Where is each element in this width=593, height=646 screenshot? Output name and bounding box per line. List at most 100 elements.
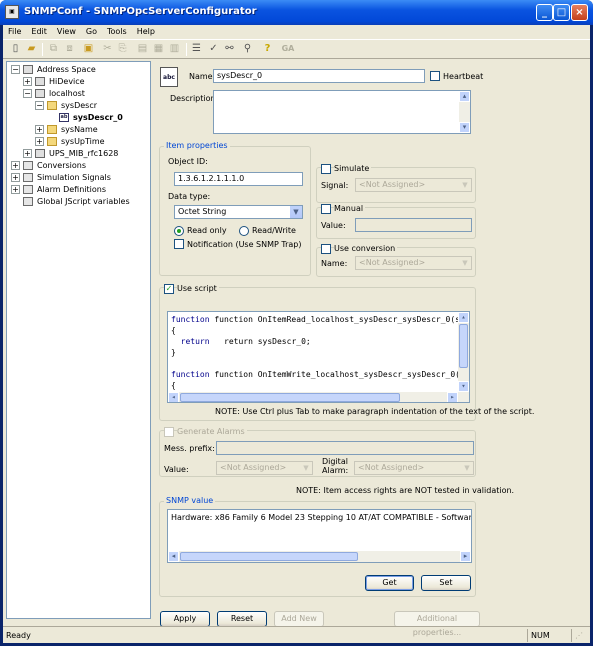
menu-help[interactable]: Help — [132, 25, 160, 36]
scroll-thumb[interactable] — [180, 393, 400, 402]
collapse-icon[interactable]: − — [35, 101, 44, 110]
new-file-icon[interactable]: ▯ — [8, 42, 23, 56]
chevron-down-icon[interactable]: ▼ — [458, 257, 471, 269]
copy-icon[interactable]: ⎘ — [115, 42, 130, 56]
expand-icon[interactable]: + — [35, 125, 44, 134]
use-conversion-checkbox[interactable] — [321, 244, 331, 254]
read-write-radio[interactable] — [239, 226, 249, 236]
close-button[interactable]: × — [571, 4, 588, 21]
alarm-value-dropdown[interactable]: <Not Assigned> ▼ — [216, 461, 313, 475]
chevron-down-icon[interactable]: ▼ — [299, 462, 312, 474]
open-folder-icon[interactable]: ▰ — [24, 42, 39, 56]
minimize-button[interactable]: _ — [536, 4, 553, 21]
expand-icon[interactable]: + — [11, 185, 20, 194]
scroll-thumb[interactable] — [180, 552, 358, 561]
paste-icon[interactable]: ▤ — [135, 42, 150, 56]
chevron-down-icon[interactable]: ▼ — [460, 462, 473, 474]
menu-view[interactable]: View — [52, 25, 81, 36]
use-conversion-label: Use conversion — [334, 244, 398, 253]
generate-alarms-group: Generate Alarms Mess. prefix: Value: <No… — [159, 427, 476, 477]
scroll-thumb[interactable] — [459, 324, 468, 368]
ga-icon[interactable]: GA — [279, 42, 297, 56]
menu-tools[interactable]: Tools — [102, 25, 132, 36]
tree-item-label: UPS_MIB_rfc1628 — [49, 149, 119, 158]
conversion-name-dropdown[interactable]: <Not Assigned> ▼ — [355, 256, 472, 270]
title-bar[interactable]: ▣ SNMPConf - SNMPOpcServerConfigurator _… — [0, 0, 593, 25]
grid-icon[interactable]: ▦ — [151, 42, 166, 56]
heartbeat-checkbox[interactable] — [430, 71, 440, 81]
maximize-button[interactable]: □ — [553, 4, 570, 21]
menu-edit[interactable]: Edit — [26, 25, 52, 36]
new-group-icon[interactable]: ⧈ — [62, 42, 77, 56]
new-item-icon[interactable]: ⧉ — [46, 42, 61, 56]
digital-alarm-dropdown[interactable]: <Not Assigned> ▼ — [354, 461, 474, 475]
additional-properties-button[interactable]: Additional properties... — [394, 611, 480, 637]
collapse-icon[interactable]: − — [23, 89, 32, 98]
digital-alarm-label-line2: Alarm: — [322, 466, 349, 475]
notification-checkbox[interactable] — [174, 239, 184, 249]
cut-icon[interactable]: ✂ — [100, 42, 115, 56]
menu-go[interactable]: Go — [81, 25, 102, 36]
address-space-icon — [23, 65, 33, 74]
alarm-value-label: Value: — [164, 465, 189, 474]
scroll-up-icon[interactable]: ▴ — [458, 312, 469, 323]
item-properties-panel: abc Name: sysDescr_0 Heartbeat Descripti… — [154, 61, 534, 637]
expand-icon[interactable]: + — [11, 173, 20, 182]
use-script-label: Use script — [177, 284, 219, 293]
address-space-tree[interactable]: − Address Space + HiDevice − localhost −… — [6, 61, 151, 619]
data-type-dropdown[interactable]: Octet String ▼ — [174, 205, 303, 219]
table-icon[interactable]: ▥ — [167, 42, 182, 56]
script-vertical-scrollbar[interactable]: ▴ ▾ — [458, 312, 469, 392]
up-folder-icon[interactable]: ▣ — [81, 42, 96, 56]
folder-icon — [47, 125, 57, 134]
name-label: Name: — [189, 72, 216, 81]
help-icon[interactable]: ? — [260, 42, 275, 56]
scroll-right-icon[interactable]: ▸ — [460, 551, 471, 562]
resize-grip-icon[interactable]: ⋰ — [571, 629, 589, 642]
code-line: { — [171, 381, 176, 390]
list-icon[interactable]: ☰ — [189, 42, 204, 56]
signal-dropdown[interactable]: <Not Assigned> ▼ — [355, 178, 472, 192]
use-script-checkbox[interactable]: ✓ — [164, 284, 174, 294]
generate-alarms-checkbox[interactable] — [164, 427, 174, 437]
scroll-left-icon[interactable]: ◂ — [168, 551, 179, 562]
validate-icon[interactable]: ✓ — [206, 42, 221, 56]
name-field[interactable]: sysDescr_0 — [213, 69, 425, 83]
description-scrollbar[interactable]: ▴ ▾ — [459, 91, 470, 133]
chevron-down-icon[interactable]: ▼ — [289, 206, 302, 218]
script-horizontal-scrollbar[interactable]: ◂ ▸ — [168, 392, 469, 402]
expand-icon[interactable]: + — [11, 161, 20, 170]
expand-icon[interactable]: + — [23, 149, 32, 158]
tree-item-label: sysDescr_0 — [73, 113, 123, 122]
scroll-left-icon[interactable]: ◂ — [168, 392, 179, 402]
simulation-icon — [23, 173, 33, 182]
object-id-field[interactable]: 1.3.6.1.2.1.1.1.0 — [174, 172, 303, 186]
binoculars-icon[interactable]: ⚯ — [222, 42, 237, 56]
simulate-checkbox[interactable] — [321, 164, 331, 174]
scroll-up-icon[interactable]: ▴ — [459, 91, 470, 102]
expand-icon[interactable]: + — [23, 77, 32, 86]
num-lock-indicator: NUM — [527, 629, 567, 642]
alarm-icon — [23, 185, 33, 194]
manual-value-field[interactable] — [355, 218, 472, 232]
scroll-down-icon[interactable]: ▾ — [459, 122, 470, 133]
add-new-button[interactable]: Add New — [274, 611, 324, 627]
set-button[interactable]: Set — [421, 575, 471, 591]
apply-button[interactable]: Apply — [160, 611, 210, 627]
expand-icon[interactable]: + — [35, 137, 44, 146]
mess-prefix-field[interactable] — [216, 441, 474, 455]
chevron-down-icon[interactable]: ▼ — [458, 179, 471, 191]
use-conversion-group: Use conversion Name: <Not Assigned> ▼ — [316, 244, 476, 277]
description-field[interactable] — [213, 90, 471, 134]
manual-checkbox[interactable] — [321, 204, 331, 214]
scroll-right-icon[interactable]: ▸ — [447, 392, 458, 402]
get-button[interactable]: Get — [365, 575, 414, 591]
menu-file[interactable]: File — [3, 25, 26, 36]
collapse-icon[interactable]: − — [11, 65, 20, 74]
snmp-horizontal-scrollbar[interactable]: ◂ ▸ — [168, 551, 471, 562]
reset-button[interactable]: Reset — [217, 611, 267, 627]
scroll-down-icon[interactable]: ▾ — [458, 381, 469, 392]
script-editor[interactable]: function function OnItemRead_localhost_s… — [167, 311, 470, 403]
read-only-radio[interactable] — [174, 226, 184, 236]
search-icon[interactable]: ⚲ — [240, 42, 255, 56]
